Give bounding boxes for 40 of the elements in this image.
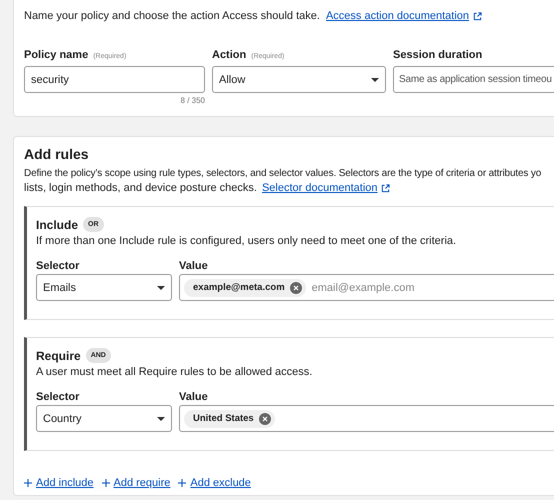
plus-icon — [102, 479, 110, 487]
section-description: lists, login methods, and device posture checks. — [24, 181, 257, 196]
section-description: Define the policy’s scope using rule types, selectors, and selector values. Selectors are the type of criteria or attributes yo — [24, 167, 542, 181]
text-field[interactable]: Same as application session timeou — [393, 66, 554, 93]
text-field[interactable]: security — [24, 66, 205, 93]
tag-text: example@meta.com — [193, 282, 285, 293]
add-rule-link[interactable]: Add exclude — [190, 477, 251, 489]
rule-description: If more than one Include rule is configured, users only need to meet one of the criteria. — [36, 235, 458, 247]
selector-select[interactable]: Emails — [36, 274, 172, 301]
caret-icon — [371, 78, 379, 82]
selector-select[interactable]: Country — [36, 405, 172, 432]
documentation-link[interactable]: Access action documentation — [326, 10, 470, 22]
documentation-link[interactable]: Selector documentation — [262, 181, 378, 196]
rule-title: Require — [36, 348, 81, 362]
rule-description: A user must meet all Require rules to be allowed access. — [36, 366, 314, 378]
field-label: Value — [179, 260, 209, 274]
caret-icon — [157, 286, 165, 290]
action-select[interactable]: Allow — [212, 66, 386, 93]
rule-title: Include — [36, 218, 78, 232]
field-label: Value — [179, 391, 209, 405]
intro-text: Name your policy and choose the action Access should take. — [24, 10, 320, 22]
field-label: Policy name — [24, 49, 88, 61]
caret-icon — [157, 416, 165, 420]
remove-icon[interactable] — [290, 282, 302, 294]
plus-icon — [24, 479, 32, 487]
field-label: Selector — [36, 260, 80, 274]
value-field[interactable]: example@meta.com email@example.com — [179, 274, 554, 301]
plus-icon — [178, 479, 186, 487]
add-rule-link[interactable]: Add include — [36, 477, 94, 489]
section-title: Add rules — [24, 146, 90, 162]
field-label: Session duration — [393, 49, 482, 61]
external-link-icon — [473, 12, 482, 20]
field-label: Action — [212, 49, 246, 61]
remove-icon[interactable] — [258, 412, 271, 424]
value-field[interactable]: United States — [179, 405, 554, 432]
tag-text: United States — [193, 413, 254, 424]
external-link-icon — [380, 184, 390, 193]
add-rule-link[interactable]: Add require — [114, 477, 170, 489]
character-counter: 8 / 350 — [180, 96, 205, 105]
field-label: Selector — [36, 391, 80, 405]
